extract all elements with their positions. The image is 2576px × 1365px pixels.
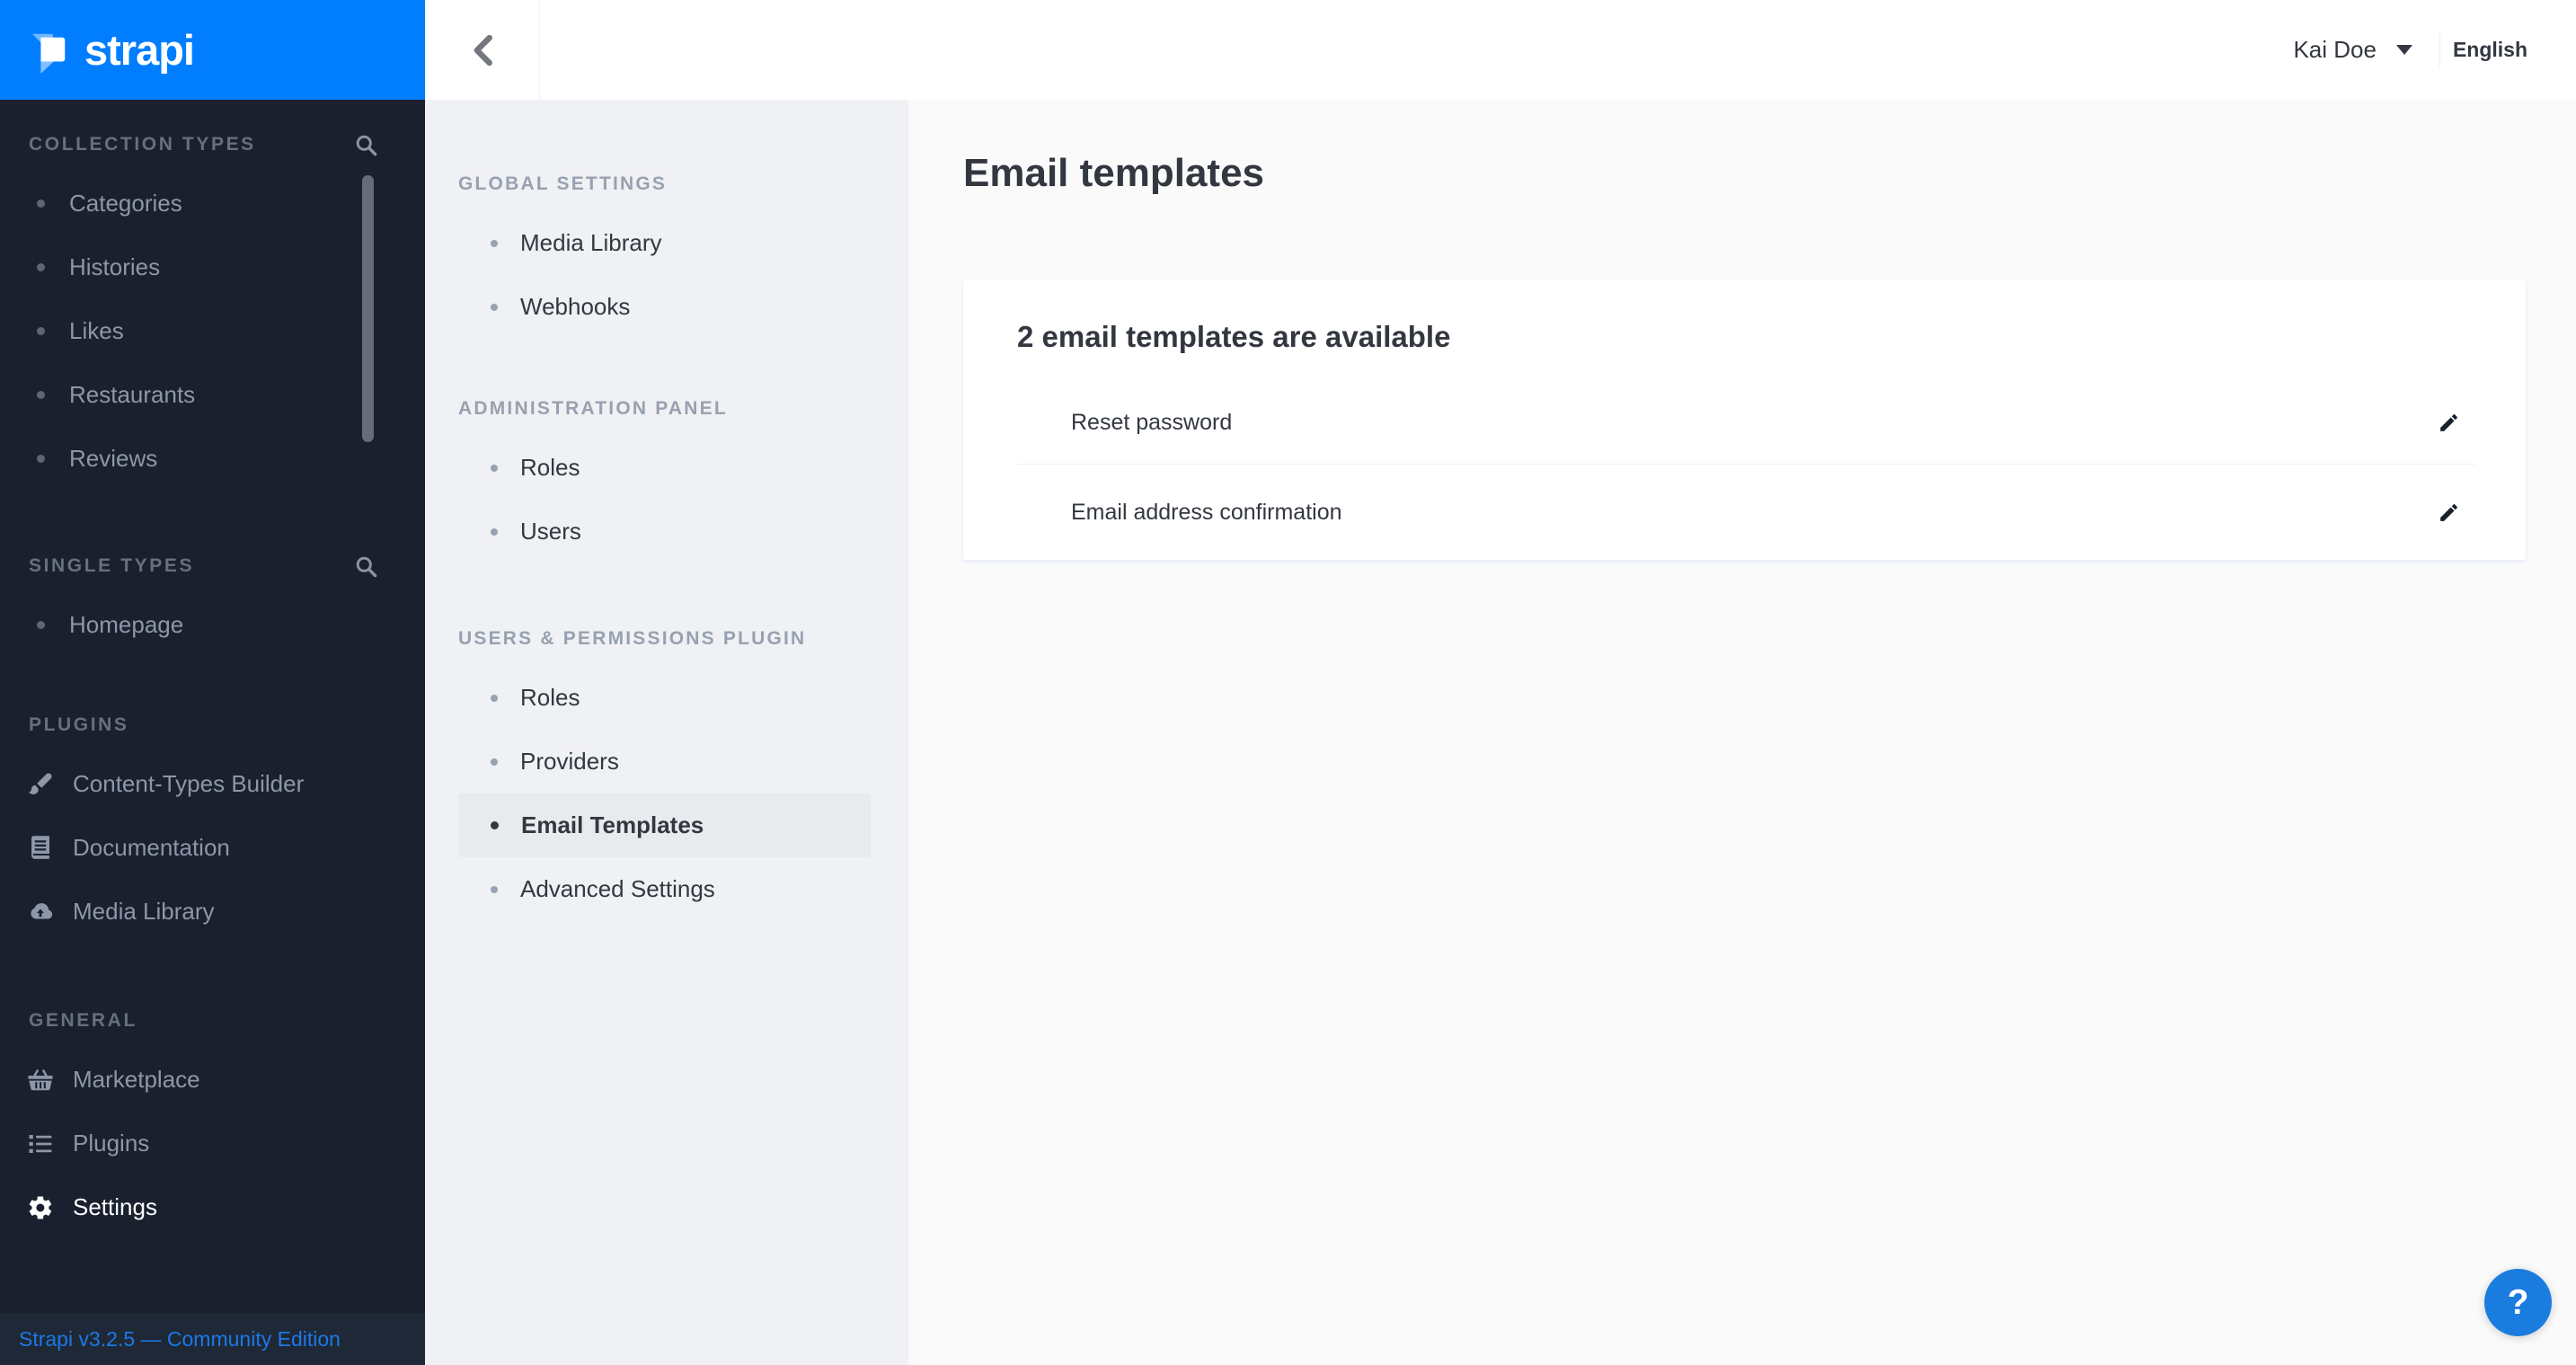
bullet-icon (37, 199, 45, 208)
email-templates-card: 2 email templates are available Reset pa… (963, 280, 2526, 560)
sidebar-item-marketplace[interactable]: Marketplace (0, 1048, 425, 1112)
question-mark-icon: ? (2507, 1282, 2529, 1322)
settings-item-label: Providers (520, 748, 619, 775)
collection-types-scrollbar[interactable] (362, 175, 374, 442)
general-label: GENERAL (29, 1010, 137, 1031)
sidebar-item-label: Restaurants (69, 381, 196, 408)
sidebar-item-settings[interactable]: Settings (0, 1175, 425, 1239)
user-area: Kai Doe English (2293, 0, 2527, 100)
settings-item-label: Roles (520, 684, 580, 711)
user-menu[interactable]: Kai Doe (2293, 36, 2377, 64)
settings-item-email-templates[interactable]: Email Templates (458, 793, 871, 857)
settings-item-providers[interactable]: Providers (458, 730, 871, 793)
version-link[interactable]: Strapi v3.2.5 — Community Edition (19, 1327, 341, 1352)
sidebar-item-label: Content-Types Builder (73, 770, 305, 797)
bullet-icon (491, 239, 498, 247)
settings-item-label: Roles (520, 454, 580, 481)
book-icon (31, 835, 49, 859)
card-title: 2 email templates are available (1017, 320, 1451, 353)
template-name: Reset password (1071, 409, 1233, 435)
strapi-logo-icon (31, 33, 66, 74)
template-row-email-confirmation[interactable]: Email address confirmation (963, 465, 2526, 560)
sidebar-item-content-types-builder[interactable]: Content-Types Builder (0, 752, 425, 816)
template-name: Email address confirmation (1071, 499, 1342, 525)
edit-pencil-icon[interactable] (2438, 501, 2460, 524)
search-icon[interactable] (354, 554, 378, 579)
sidebar-footer: Strapi v3.2.5 — Community Edition (0, 1314, 425, 1365)
sidebar-item-label: Histories (69, 253, 161, 280)
strapi-logo[interactable]: strapi (0, 0, 425, 100)
bullet-icon (491, 527, 498, 536)
back-button[interactable] (425, 0, 540, 100)
strapi-wordmark: strapi (84, 26, 195, 74)
bullet-icon (37, 621, 45, 629)
section-general: GENERAL (0, 1003, 425, 1039)
section-administration-panel: ADMINISTRATION PANEL (458, 391, 908, 427)
language-selector[interactable]: English (2453, 38, 2527, 62)
settings-item-admin-users[interactable]: Users (458, 500, 871, 563)
sidebar-item-label: Plugins (73, 1130, 150, 1157)
single-types-label: SINGLE TYPES (29, 555, 195, 576)
settings-item-label: Media Library (520, 229, 662, 256)
settings-sidebar: GLOBAL SETTINGS Media Library Webhooks A… (425, 100, 908, 1365)
bullet-icon (37, 327, 45, 335)
section-collection-types: COLLECTION TYPES (0, 127, 425, 163)
plugins-label: PLUGINS (29, 714, 129, 735)
help-button[interactable]: ? (2484, 1269, 2552, 1336)
edit-pencil-icon[interactable] (2438, 412, 2460, 434)
bullet-icon (491, 303, 498, 311)
settings-item-up-roles[interactable]: Roles (458, 666, 871, 730)
sidebar-item-label: Likes (69, 317, 124, 344)
main-sidebar: strapi COLLECTION TYPES Categories Histo… (0, 0, 425, 1365)
section-global-settings: GLOBAL SETTINGS (458, 166, 908, 202)
sidebar-item-label: Categories (69, 190, 182, 217)
section-users-permissions-plugin: USERS & PERMISSIONS PLUGIN (458, 621, 908, 657)
sidebar-item-label: Homepage (69, 611, 184, 638)
settings-item-webhooks[interactable]: Webhooks (458, 275, 871, 339)
sidebar-item-documentation[interactable]: Documentation (0, 816, 425, 880)
main-content: Email templates 2 email templates are av… (908, 100, 2576, 1365)
settings-item-media-library[interactable]: Media Library (458, 211, 871, 275)
settings-item-label: Users (520, 518, 581, 545)
sidebar-item-label: Settings (73, 1193, 157, 1220)
section-single-types: SINGLE TYPES (0, 548, 425, 584)
bullet-icon (491, 758, 498, 766)
search-icon[interactable] (354, 133, 378, 157)
bullet-icon (491, 821, 499, 829)
collection-types-label: COLLECTION TYPES (29, 134, 256, 155)
topbar: Kai Doe English (425, 0, 2576, 100)
sidebar-item-label: Marketplace (73, 1066, 200, 1093)
basket-icon (28, 1068, 53, 1090)
section-plugins: PLUGINS (0, 707, 425, 743)
caret-down-icon[interactable] (2395, 45, 2412, 55)
bullet-icon (37, 263, 45, 271)
divider (2439, 31, 2440, 68)
sidebar-item-label: Documentation (73, 834, 230, 861)
bullet-icon (491, 694, 498, 702)
bullet-icon (37, 391, 45, 399)
cloud-upload-icon (31, 902, 53, 918)
bullet-icon (37, 455, 45, 463)
template-row-reset-password[interactable]: Reset password (963, 381, 2526, 464)
sidebar-item-plugins[interactable]: Plugins (0, 1112, 425, 1175)
list-icon (29, 1134, 52, 1153)
settings-item-label: Webhooks (520, 293, 631, 320)
global-settings-label: GLOBAL SETTINGS (458, 173, 668, 194)
settings-item-admin-roles[interactable]: Roles (458, 436, 871, 500)
gear-icon (29, 1195, 52, 1219)
sidebar-item-label: Media Library (73, 898, 215, 925)
chevron-left-icon (474, 34, 492, 66)
settings-item-label: Advanced Settings (520, 875, 715, 902)
page-title: Email templates (963, 151, 1265, 195)
users-permissions-plugin-label: USERS & PERMISSIONS PLUGIN (458, 628, 807, 649)
settings-item-label: Email Templates (521, 811, 704, 838)
administration-panel-label: ADMINISTRATION PANEL (458, 398, 728, 419)
settings-item-advanced-settings[interactable]: Advanced Settings (458, 857, 871, 921)
sidebar-item-homepage[interactable]: Homepage (0, 593, 425, 657)
sidebar-item-label: Reviews (69, 445, 158, 472)
sidebar-item-media-library[interactable]: Media Library (0, 880, 425, 944)
bullet-icon (491, 885, 498, 893)
bullet-icon (491, 464, 498, 472)
paintbrush-icon (29, 772, 52, 794)
